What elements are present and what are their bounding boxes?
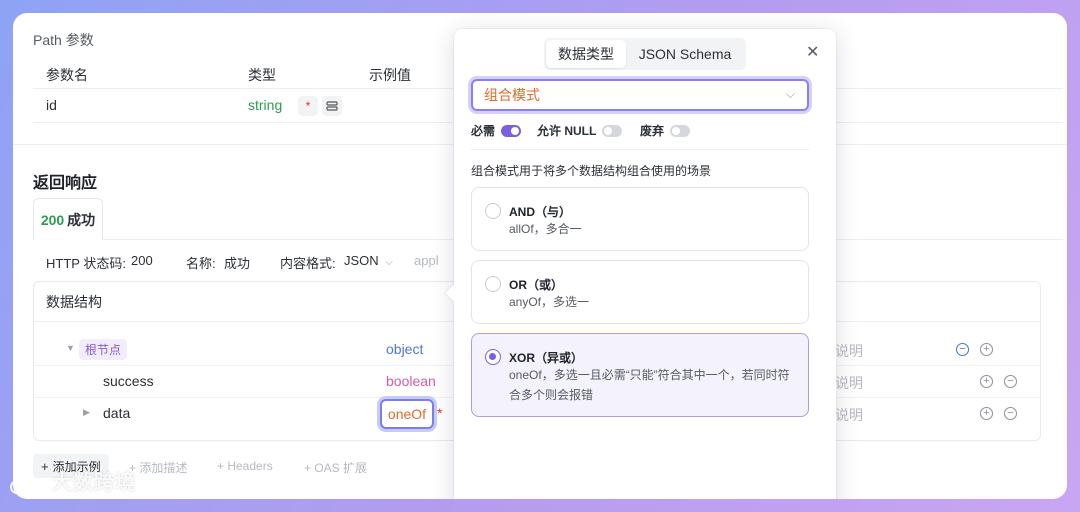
type-object[interactable]: object xyxy=(386,341,423,357)
watermark-text: 大数跨境 xyxy=(52,472,136,494)
option-xor-title: XOR（异或） xyxy=(509,351,584,365)
option-xor-subtitle: oneOf，多选一且必需“只能”符合其中一个，若同时符合多个则会报错 xyxy=(509,368,790,402)
nullable-switch[interactable] xyxy=(602,124,623,137)
remove-icon[interactable]: − xyxy=(1004,375,1017,388)
nullable-toggle-group[interactable]: 允许 NULL xyxy=(537,122,623,139)
expand-caret-icon[interactable]: ▶ xyxy=(83,407,90,418)
type-mode-tabs: 数据类型 JSON Schema xyxy=(544,38,746,70)
add-sibling-icon[interactable]: + xyxy=(980,407,993,420)
tab-status-200[interactable]: 200 成功 xyxy=(33,198,103,240)
combine-description: 组合模式用于将多个数据结构组合使用的场景 xyxy=(471,164,712,178)
tab-json-schema[interactable]: JSON Schema xyxy=(626,40,744,68)
data-structure-title: 数据结构 xyxy=(46,294,102,310)
collapse-all-icon[interactable]: − xyxy=(956,343,969,356)
option-or[interactable]: OR（或） anyOf，多选一 xyxy=(471,260,809,324)
param-id-name[interactable]: id xyxy=(46,97,57,113)
option-and[interactable]: AND（与） allOf，多合一 xyxy=(471,187,809,251)
required-toggle-group[interactable]: 必需 xyxy=(471,122,522,139)
name-label: 名称: xyxy=(186,256,216,271)
deprecated-switch[interactable] xyxy=(670,124,691,137)
option-and-title: AND（与） xyxy=(509,205,571,219)
plus-icon: + xyxy=(41,458,49,474)
type-selector-popover: 数据类型 JSON Schema ✕ 组合模式 ⌵ 必需 允许 NULL 废弃 … xyxy=(445,29,836,499)
col-type: 类型 xyxy=(248,67,276,83)
type-oneof-button[interactable]: oneOf xyxy=(380,399,434,429)
radio-and[interactable] xyxy=(485,203,501,219)
type-select[interactable]: 组合模式 ⌵ xyxy=(471,79,809,111)
option-or-subtitle: anyOf，多选一 xyxy=(509,295,590,309)
col-example: 示例值 xyxy=(369,67,411,83)
nullable-label: 允许 NULL xyxy=(537,124,597,138)
required-asterisk: * xyxy=(437,405,443,421)
type-select-value: 组合模式 xyxy=(484,87,540,103)
oas-extension-button[interactable]: + OAS 扩展 xyxy=(304,459,367,476)
field-data-name[interactable]: data xyxy=(103,405,130,421)
collapse-caret-icon[interactable]: ▼ xyxy=(66,343,75,353)
field-success-name[interactable]: success xyxy=(103,373,154,389)
format-select[interactable]: JSON ⌵ xyxy=(344,253,393,268)
option-or-title: OR（或） xyxy=(509,278,564,292)
root-node-label[interactable]: 根节点 xyxy=(79,339,128,360)
api-editor-card: Path 参数 参数名 类型 示例值 id string * 返回响应 200 … xyxy=(13,13,1067,499)
watermark-logo xyxy=(10,476,49,494)
required-label: 必需 xyxy=(471,124,496,138)
add-sibling-icon[interactable]: + xyxy=(980,375,993,388)
chevron-down-icon: ⌵ xyxy=(385,257,393,268)
desc-input[interactable]: 说明 xyxy=(835,405,863,425)
headers-button[interactable]: + Headers xyxy=(217,459,273,473)
path-params-title: Path 参数 xyxy=(33,32,94,48)
col-param-name: 参数名 xyxy=(46,67,88,83)
format-label: 内容格式: xyxy=(280,256,336,271)
chevron-down-icon: ⌵ xyxy=(785,87,795,101)
type-boolean[interactable]: boolean xyxy=(386,373,436,389)
required-toggle[interactable]: * xyxy=(298,96,318,116)
response-title: 返回响应 xyxy=(33,175,98,192)
required-asterisk: * xyxy=(305,99,311,113)
desc-input[interactable]: 说明 xyxy=(835,373,863,393)
deprecated-label: 废弃 xyxy=(640,124,665,138)
http-code-value[interactable]: 200 xyxy=(131,253,153,268)
required-switch[interactable] xyxy=(501,124,522,137)
radio-or[interactable] xyxy=(485,276,501,292)
radio-xor[interactable] xyxy=(485,349,501,365)
settings-icon[interactable] xyxy=(322,96,342,116)
status-code: 200 xyxy=(40,211,65,228)
format-value: JSON xyxy=(344,253,379,268)
name-value[interactable]: 成功 xyxy=(224,253,250,272)
tab-data-type[interactable]: 数据类型 xyxy=(546,40,626,68)
param-id-type[interactable]: string xyxy=(248,97,282,113)
option-xor[interactable]: XOR（异或） oneOf，多选一且必需“只能”符合其中一个，若同时符合多个则会… xyxy=(471,333,809,417)
status-label: 成功 xyxy=(67,211,96,228)
format-extra: appl xyxy=(414,253,439,268)
add-description-button[interactable]: + 添加描述 xyxy=(129,459,187,476)
add-child-icon[interactable]: + xyxy=(980,343,993,356)
popover-divider xyxy=(471,149,809,150)
desc-input[interactable]: 说明 xyxy=(835,341,863,361)
remove-icon[interactable]: − xyxy=(1004,407,1017,420)
http-code-label: HTTP 状态码: xyxy=(46,256,126,271)
option-and-subtitle: allOf，多合一 xyxy=(509,222,582,236)
deprecated-toggle-group[interactable]: 废弃 xyxy=(640,122,691,139)
close-icon[interactable]: ✕ xyxy=(806,42,819,62)
